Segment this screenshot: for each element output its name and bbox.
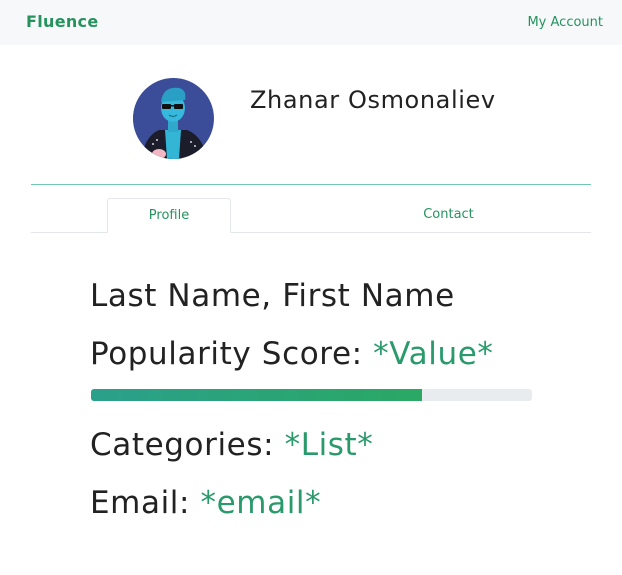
profile-tabs: Profile Contact: [31, 198, 591, 233]
avatar-illustration-icon: [133, 78, 214, 159]
name-label: Last Name, First Name: [90, 278, 455, 314]
popularity-field: Popularity Score: *Value*: [90, 336, 493, 372]
my-account-link[interactable]: My Account: [527, 15, 603, 30]
header-divider: [31, 184, 591, 185]
categories-label: Categories:: [90, 427, 275, 463]
tab-profile[interactable]: Profile: [107, 198, 231, 233]
email-field: Email: *email*: [90, 485, 321, 521]
popularity-value: *Value*: [373, 336, 494, 372]
popularity-progress-fill: [91, 389, 422, 401]
avatar: [133, 78, 214, 159]
email-value: *email*: [200, 485, 322, 521]
categories-value: *List*: [284, 427, 374, 463]
email-label: Email:: [90, 485, 191, 521]
popularity-label: Popularity Score:: [90, 336, 363, 372]
tab-contact[interactable]: Contact: [391, 198, 506, 231]
categories-field: Categories: *List*: [90, 427, 373, 463]
brand-link[interactable]: Fluence: [26, 12, 98, 31]
name-field: Last Name, First Name: [90, 278, 455, 314]
popularity-progress-bar: [91, 389, 532, 401]
top-navbar: Fluence My Account: [0, 0, 622, 45]
profile-name: Zhanar Osmonaliev: [250, 86, 496, 114]
